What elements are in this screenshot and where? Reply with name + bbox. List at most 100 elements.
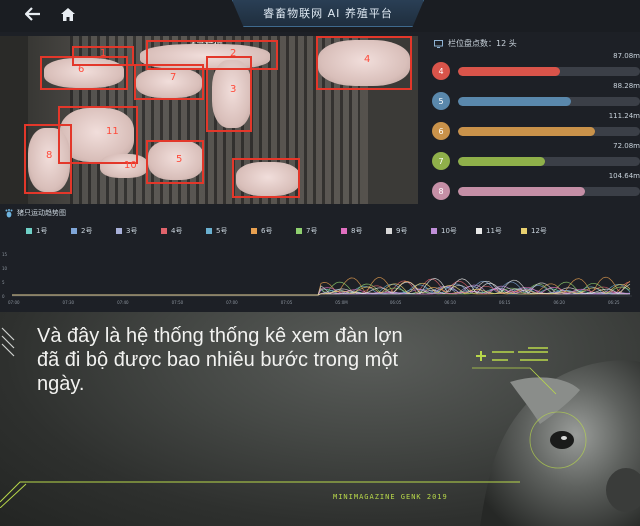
- legend-label: 1号: [36, 227, 48, 235]
- legend-item[interactable]: 12号: [521, 226, 566, 236]
- legend-item[interactable]: 3号: [116, 226, 161, 236]
- pig-distance-row[interactable]: 6 111.24m: [432, 112, 640, 140]
- home-icon[interactable]: [57, 4, 79, 24]
- distance-value: 88.28m: [613, 82, 640, 90]
- y-tick-label: 5: [2, 280, 5, 285]
- legend-item[interactable]: 8号: [341, 226, 386, 236]
- x-tick-label: 06:20: [553, 300, 565, 305]
- legend-swatch: [161, 228, 167, 234]
- legend-label: 10号: [441, 227, 457, 235]
- legend-swatch: [476, 228, 482, 234]
- pig-id-label: 11: [106, 126, 119, 137]
- distance-bar-track: [458, 187, 640, 196]
- hud-overlay-icon: [472, 347, 557, 395]
- y-tick-label: 15: [2, 252, 8, 257]
- legend-label: 4号: [171, 227, 183, 235]
- magazine-footer: MINIMAGAZINE GENK 2019: [333, 493, 448, 501]
- app-title: 睿畜物联网 AI 养殖平台: [232, 0, 424, 27]
- chevron-decor-icon: [1, 327, 15, 357]
- legend-item[interactable]: 10号: [431, 226, 476, 236]
- y-tick-label: 10: [2, 266, 8, 271]
- legend-label: 5号: [216, 227, 228, 235]
- legend-item[interactable]: 11号: [476, 226, 521, 236]
- x-tick-label: 06:15: [499, 300, 511, 305]
- x-tick-label: 07:00: [8, 300, 20, 305]
- legend-item[interactable]: 1号: [26, 226, 71, 236]
- legend-label: 11号: [486, 227, 502, 235]
- pig-id-badge: 7: [432, 152, 450, 170]
- legend-label: 8号: [351, 227, 363, 235]
- legend-item[interactable]: 9号: [386, 226, 431, 236]
- x-tick-label: 05:0M: [335, 300, 348, 305]
- pig-id-badge: 6: [432, 122, 450, 140]
- x-tick-label: 07:05: [281, 300, 293, 305]
- pig-distance-row[interactable]: 7 72.08m: [432, 142, 640, 170]
- pig-id-label: 8: [46, 150, 53, 161]
- legend-swatch: [26, 228, 32, 234]
- pig-farm-dashboard: 睿畜物联网 AI 养殖平台 4号栏位 6 2 1 7 3 4 11: [0, 0, 640, 312]
- detection-box[interactable]: [232, 158, 300, 198]
- legend-item[interactable]: 4号: [161, 226, 206, 236]
- distance-bar-track: [458, 157, 640, 166]
- distance-bar-fill: [458, 127, 595, 136]
- footprint-icon: [5, 208, 13, 217]
- detection-box[interactable]: [146, 140, 204, 184]
- distance-value: 111.24m: [608, 112, 640, 120]
- trend-title: 猪只运动趋势图: [5, 208, 66, 218]
- pen-count-heading: 栏位盘点数：12 头: [434, 38, 517, 49]
- legend-swatch: [206, 228, 212, 234]
- article-caption-panel: Và đây là hệ thống thống kê xem đàn lợn …: [0, 312, 640, 526]
- x-tick-label: 07:50: [172, 300, 184, 305]
- distance-value: 72.08m: [613, 142, 640, 150]
- trend-legend: 1号 2号 3号 4号 5号 6号 7号 8号 9号 10号 11号 12号: [26, 226, 626, 236]
- distance-bar-fill: [458, 97, 571, 106]
- top-bar: 睿畜物联网 AI 养殖平台: [0, 0, 640, 32]
- trend-title-text: 猪只运动趋势图: [17, 209, 66, 217]
- legend-item[interactable]: 6号: [251, 226, 296, 236]
- x-tick-label: 07:00: [226, 300, 238, 305]
- pig-distance-row[interactable]: 8 104.64m: [432, 172, 640, 200]
- pig-id-badge: 5: [432, 92, 450, 110]
- caption-text: Và đây là hệ thống thống kê xem đàn lợn …: [37, 325, 403, 395]
- distance-bar-track: [458, 97, 640, 106]
- back-arrow-icon[interactable]: [22, 4, 44, 24]
- pig-id-label: 10: [124, 160, 137, 171]
- y-tick-label: 0: [2, 294, 5, 299]
- x-tick-label: 06:05: [390, 300, 402, 305]
- legend-swatch: [341, 228, 347, 234]
- distance-bar-track: [458, 127, 640, 136]
- monitor-icon: [434, 39, 443, 48]
- legend-label: 7号: [306, 227, 318, 235]
- distance-value: 87.08m: [613, 52, 640, 60]
- pig-distance-row[interactable]: 5 88.28m: [432, 82, 640, 110]
- legend-swatch: [71, 228, 77, 234]
- x-tick-label: 07:40: [117, 300, 129, 305]
- pig-id-label: 5: [176, 154, 183, 165]
- legend-swatch: [251, 228, 257, 234]
- distance-bar-fill: [458, 157, 546, 166]
- distance-value: 104.64m: [608, 172, 640, 180]
- x-tick-label: 06:10: [444, 300, 456, 305]
- legend-swatch: [521, 228, 527, 234]
- pig-id-label: 7: [170, 72, 177, 83]
- legend-item[interactable]: 5号: [206, 226, 251, 236]
- detection-box[interactable]: [206, 56, 252, 132]
- detection-box[interactable]: [134, 64, 204, 100]
- legend-label: 9号: [396, 227, 408, 235]
- pig-distance-row[interactable]: 4 87.08m: [432, 52, 640, 80]
- pig-id-label: 1: [100, 48, 107, 59]
- legend-item[interactable]: 2号: [71, 226, 116, 236]
- x-tick-label: 07:30: [63, 300, 75, 305]
- pen-count-text: 栏位盘点数：12 头: [448, 39, 517, 48]
- legend-label: 12号: [531, 227, 547, 235]
- x-tick-label: 06:25: [608, 300, 620, 305]
- pig-id-label: 3: [230, 84, 237, 95]
- camera-feed: 4号栏位 6 2 1 7 3 4 11 8 5 10: [0, 36, 418, 204]
- legend-label: 3号: [126, 227, 138, 235]
- legend-item[interactable]: 7号: [296, 226, 341, 236]
- pig-id-badge: 8: [432, 182, 450, 200]
- legend-swatch: [296, 228, 302, 234]
- legend-swatch: [116, 228, 122, 234]
- movement-trend-chart: 15105007:00 07:30 07:40 07:50 07:00 07:05 05:0…: [2, 252, 632, 305]
- legend-label: 6号: [261, 227, 273, 235]
